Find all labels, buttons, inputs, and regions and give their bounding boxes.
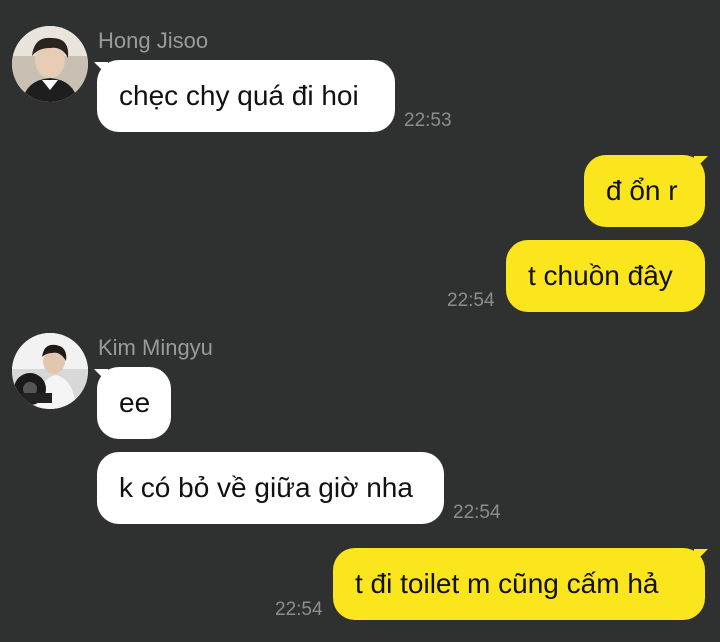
message-text: t đi toilet m cũng cấm hả: [355, 568, 659, 599]
sender-name: Kim Mingyu: [98, 335, 213, 360]
message-text: ee: [119, 387, 151, 418]
message-bubble-incoming[interactable]: ee: [97, 367, 171, 439]
message-bubble-incoming[interactable]: k có bỏ về giữa giờ nha: [97, 452, 444, 524]
message-timestamp: 22:54: [447, 290, 495, 311]
avatar-kim-mingyu[interactable]: [12, 333, 88, 409]
message-timestamp: 22:53: [404, 110, 452, 131]
message-text: chẹc chy quá đi hoi: [119, 80, 359, 111]
message-timestamp: 22:54: [275, 599, 323, 620]
message-bubble-outgoing[interactable]: đ ổn r: [584, 155, 705, 227]
avatar-icon: [12, 26, 88, 102]
message-bubble-outgoing[interactable]: t chuồn đây: [506, 240, 705, 312]
message-timestamp: 22:54: [453, 502, 501, 523]
avatar-hong-jisoo[interactable]: [12, 26, 88, 102]
avatar-icon: [12, 333, 88, 409]
message-text: t chuồn đây: [528, 260, 673, 291]
chat-window: Hong Jisoo chẹc chy quá đi hoi 22:53 đ ổ…: [0, 0, 720, 642]
sender-name: Hong Jisoo: [98, 28, 209, 53]
message-text: đ ổn r: [606, 175, 678, 206]
message-bubble-outgoing[interactable]: t đi toilet m cũng cấm hả: [333, 548, 705, 620]
message-bubble-incoming[interactable]: chẹc chy quá đi hoi: [97, 60, 395, 132]
message-text: k có bỏ về giữa giờ nha: [119, 472, 413, 503]
